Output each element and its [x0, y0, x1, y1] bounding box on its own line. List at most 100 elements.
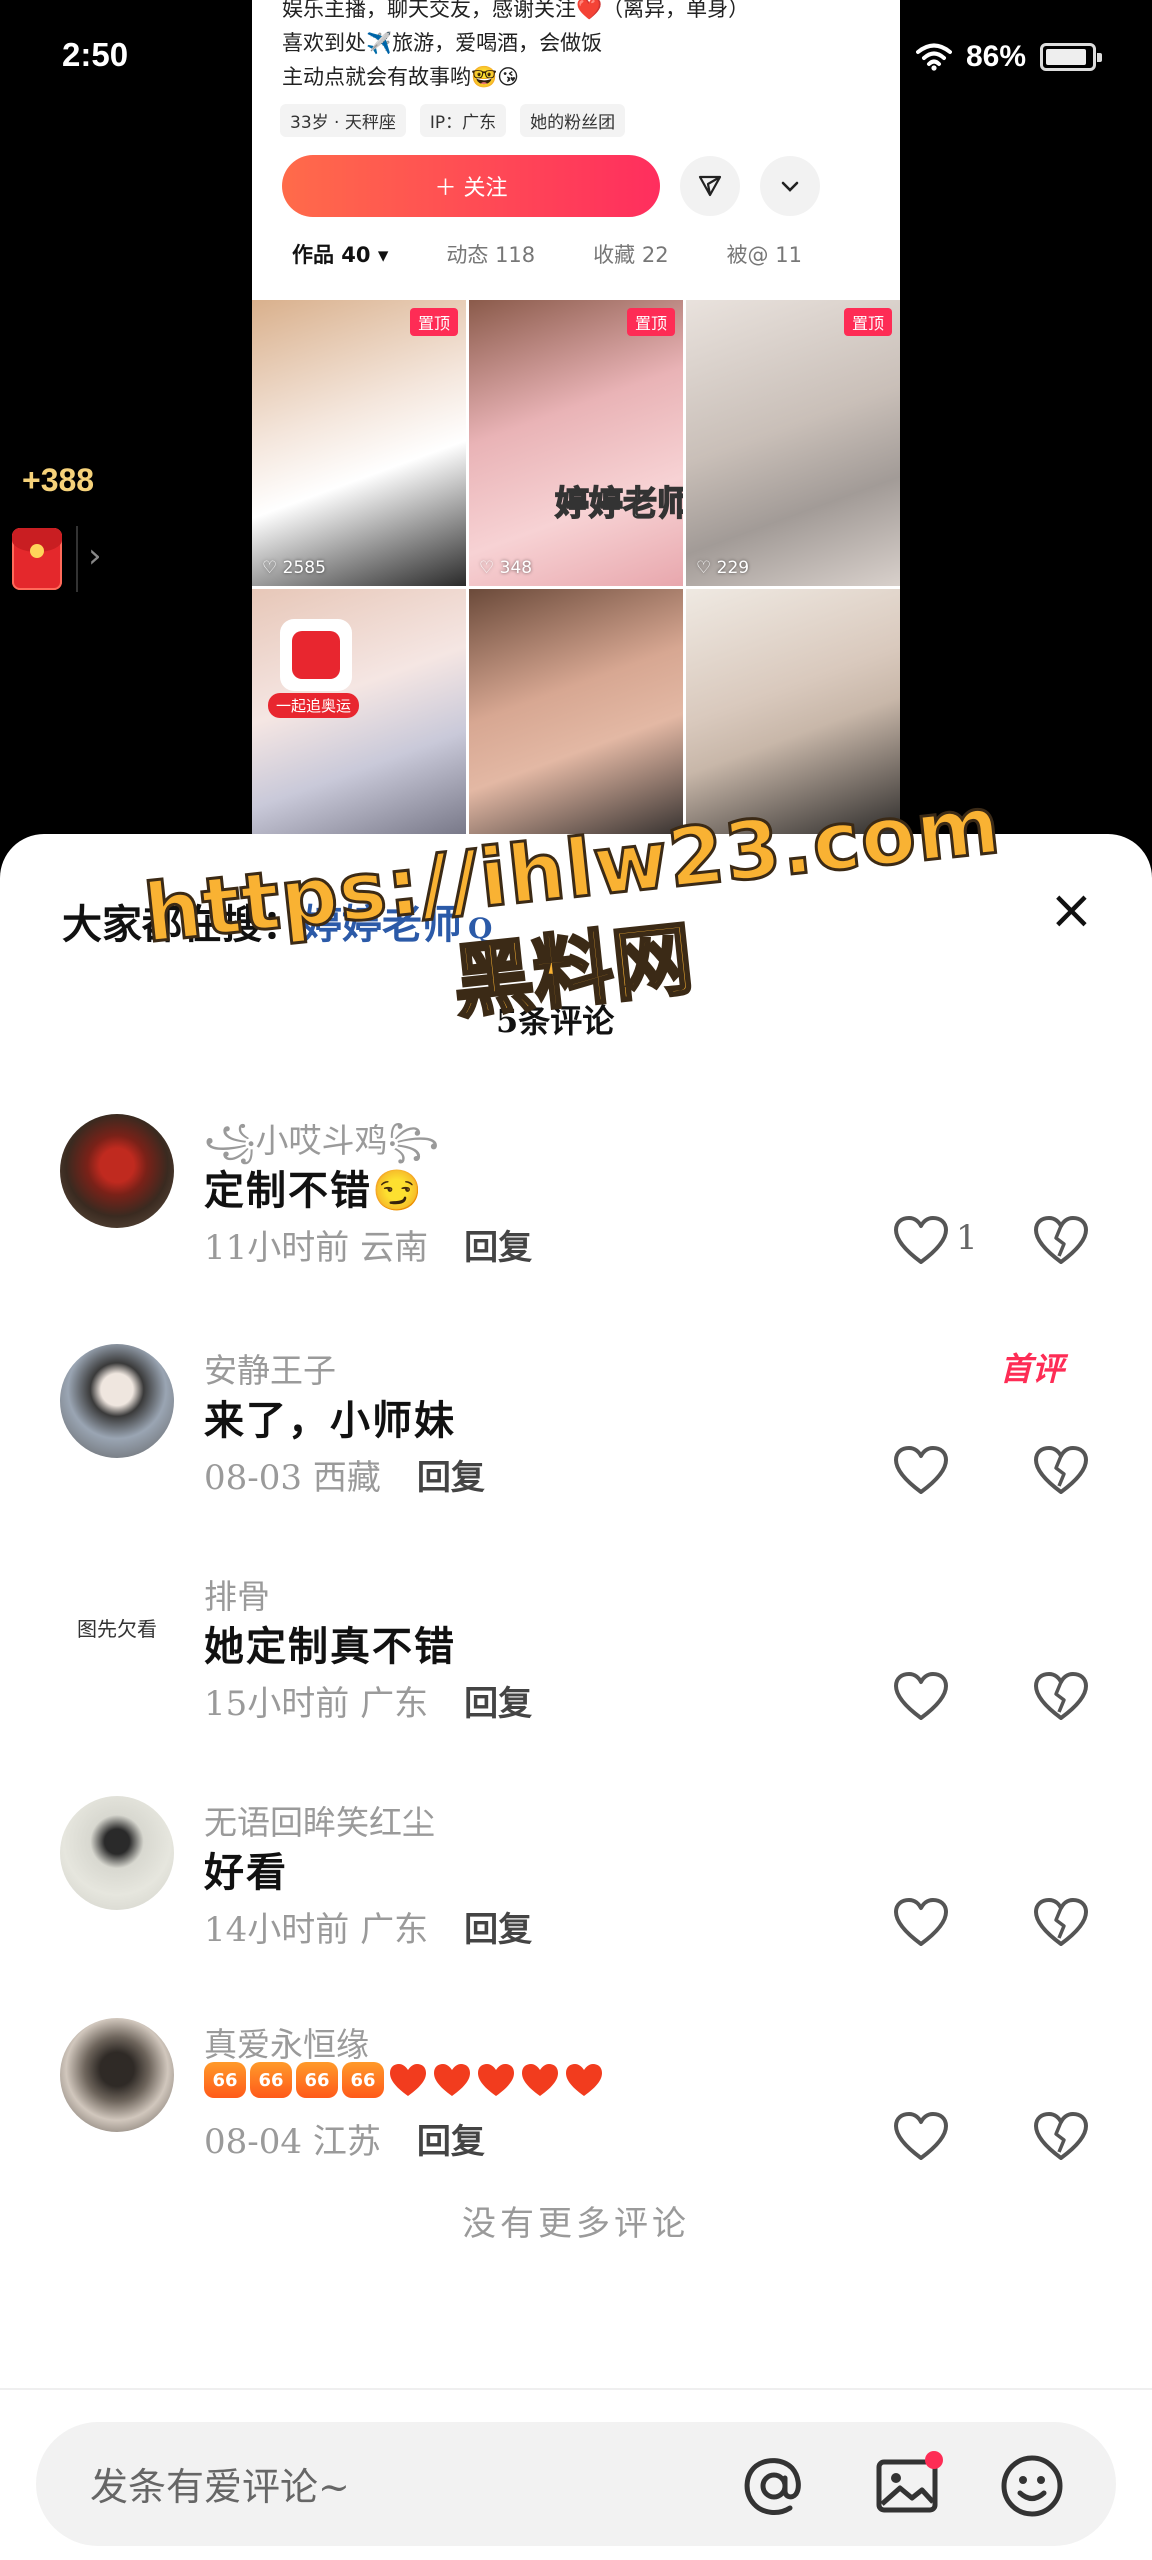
avatar[interactable]: [60, 1796, 174, 1910]
more-button[interactable]: [760, 156, 820, 216]
emoji-icon[interactable]: [994, 2448, 1070, 2524]
reply-button[interactable]: 回复: [417, 1458, 485, 1498]
avatar[interactable]: 图先欠看: [60, 1570, 174, 1684]
video-thumbnail[interactable]: [686, 589, 900, 849]
bio-line: 娱乐主播，聊天交友，感谢关注❤️（离异，单身）: [282, 0, 750, 21]
tab-favorites[interactable]: 收藏 22: [593, 239, 668, 269]
avatar[interactable]: [60, 1114, 174, 1228]
emoji-66: 66: [250, 2062, 292, 2098]
bio-line: 主动点就会有故事哟🤓😘: [282, 65, 520, 89]
comment-text: 来了，小师妹: [204, 1397, 456, 1444]
comment-username[interactable]: 无语回眸笑红尘: [204, 1796, 435, 1844]
comment-text: 她定制真不错: [204, 1623, 456, 1670]
olympics-label: 一起追奥运: [268, 693, 360, 718]
comment-item: 真爱永恒缘 66 66 66 66 08-04 江苏 回复: [0, 2018, 1152, 2218]
video-thumbnail[interactable]: 置顶 ♡ 2585: [252, 300, 466, 586]
comment-text: 定制不错😏: [204, 1167, 424, 1214]
first-comment-badge: 首评: [1000, 1350, 1065, 1388]
comment-meta: 08-03 西藏 回复: [204, 1450, 485, 1499]
video-thumbnail[interactable]: [469, 589, 683, 849]
reply-button[interactable]: 回复: [464, 1684, 532, 1724]
close-button[interactable]: ×: [1049, 878, 1094, 941]
heart-emoji-icon: [478, 2064, 514, 2096]
heart-emoji-icon: [434, 2064, 470, 2096]
chevron-right-icon[interactable]: ›: [88, 536, 102, 576]
olympics-run-icon: [280, 619, 352, 691]
comment-meta: 08-04 江苏 回复: [204, 2114, 485, 2163]
trending-search[interactable]: 大家都在搜：婷婷老师 Q: [62, 892, 492, 950]
comment-time: 08-04 江苏: [204, 2122, 381, 2162]
comment-time: 14小时前 广东: [204, 1910, 429, 1950]
broken-heart-icon[interactable]: [1032, 1670, 1090, 1722]
battery-percent: 86%: [965, 40, 1026, 73]
heart-icon[interactable]: [892, 1214, 950, 1266]
emoji-66: 66: [342, 2062, 384, 2098]
chevron-down-icon: [781, 181, 799, 192]
comment-username[interactable]: 安静王子: [204, 1344, 336, 1392]
pinned-badge: 置顶: [409, 308, 458, 336]
tab-mentions[interactable]: 被@ 11: [727, 239, 802, 269]
comment-time: 15小时前 广东: [204, 1684, 429, 1724]
tab-moments[interactable]: 动态 118: [446, 239, 535, 269]
heart-icon[interactable]: [892, 1896, 950, 1948]
video-thumbnail[interactable]: 置顶 ♡ 229: [686, 300, 900, 586]
comment-placeholder: 发条有爱评论~: [90, 2465, 350, 2509]
send-icon: [698, 175, 722, 197]
emoji-66: 66: [204, 2062, 246, 2098]
heart-icon[interactable]: [892, 1444, 950, 1496]
status-time: 2:50: [62, 36, 129, 73]
share-button[interactable]: [680, 156, 740, 216]
image-icon[interactable]: [870, 2448, 946, 2524]
heart-emoji-icon: [390, 2064, 426, 2096]
comment-sheet: 大家都在搜：婷婷老师 Q × 5条评论 ꧁小哎斗鸡꧂ 定制不错😏 11小时前 云南…: [0, 834, 1152, 2560]
status-icons: 86%: [915, 40, 1102, 74]
profile-tags: 33岁 · 天秤座 IP：广东 她的粉丝团: [252, 104, 900, 137]
fan-club-tag[interactable]: 她的粉丝团: [520, 104, 626, 137]
search-term[interactable]: 婷婷老师: [302, 901, 462, 948]
like-count: ♡ 2585: [262, 558, 326, 578]
comment-time: 11小时前 云南: [204, 1228, 429, 1268]
no-more-comments: 没有更多评论: [462, 2204, 690, 2244]
search-icon: Q: [468, 912, 493, 945]
broken-heart-icon[interactable]: [1032, 2110, 1090, 2162]
search-prefix: 大家都在搜：: [62, 901, 302, 948]
thumbnail-caption: 婷婷老师: [554, 483, 683, 525]
heart-icon[interactable]: [892, 2110, 950, 2162]
reply-button[interactable]: 回复: [464, 1910, 532, 1950]
comment-meta: 15小时前 广东 回复: [204, 1676, 532, 1725]
comment-input-area: 发条有爱评论~: [0, 2388, 1152, 2560]
comment-item: 安静王子 首评 来了，小师妹 08-03 西藏 回复: [0, 1344, 1152, 1544]
at-mention-icon[interactable]: [736, 2448, 812, 2524]
comment-item: 图先欠看 排骨 她定制真不错 15小时前 广东 回复: [0, 1570, 1152, 1770]
heart-icon[interactable]: [892, 1670, 950, 1722]
comment-count: 5条评论: [496, 1002, 615, 1040]
battery-icon: [1040, 43, 1102, 71]
reward-amount: +388: [22, 462, 95, 498]
emoji-66: 66: [296, 2062, 338, 2098]
tab-works[interactable]: 作品 40 ▾: [292, 239, 388, 269]
broken-heart-icon[interactable]: [1032, 1214, 1090, 1266]
comment-item: 无语回眸笑红尘 好看 14小时前 广东 回复: [0, 1796, 1152, 1996]
broken-heart-icon[interactable]: [1032, 1896, 1090, 1948]
profile-tabs: 作品 40 ▾ 动态 118 收藏 22 被@ 11: [252, 239, 900, 269]
comment-meta: 14小时前 广东 回复: [204, 1902, 532, 1951]
video-grid: 置顶 ♡ 2585 置顶 婷婷老师 ♡ 348 置顶 ♡ 229 一起追奥运: [252, 300, 900, 849]
bio-line: 喜欢到处✈️旅游，爱喝酒，会做饭: [282, 31, 603, 55]
pinned-badge: 置顶: [626, 308, 675, 336]
comment-username[interactable]: 排骨: [204, 1570, 270, 1618]
red-envelope-icon[interactable]: [12, 528, 62, 590]
reply-button[interactable]: 回复: [464, 1228, 532, 1268]
follow-button[interactable]: ＋ 关注: [282, 155, 660, 217]
video-background: 2:50 86% +388 › 娱乐主播，聊天交友，感谢关注❤️（离异，单身） …: [0, 0, 1152, 860]
comment-input[interactable]: 发条有爱评论~: [36, 2422, 1116, 2546]
video-thumbnail[interactable]: 一起追奥运: [252, 589, 466, 849]
video-thumbnail[interactable]: 置顶 婷婷老师 ♡ 348: [469, 300, 683, 586]
avatar[interactable]: [60, 2018, 174, 2132]
comment-meta: 11小时前 云南 回复: [204, 1220, 532, 1269]
comment-username[interactable]: 真爱永恒缘: [204, 2018, 369, 2066]
profile-bio: 娱乐主播，聊天交友，感谢关注❤️（离异，单身） 喜欢到处✈️旅游，爱喝酒，会做饭…: [252, 0, 900, 94]
heart-emoji-icon: [522, 2064, 558, 2096]
reply-button[interactable]: 回复: [417, 2122, 485, 2162]
avatar[interactable]: [60, 1344, 174, 1458]
broken-heart-icon[interactable]: [1032, 1444, 1090, 1496]
